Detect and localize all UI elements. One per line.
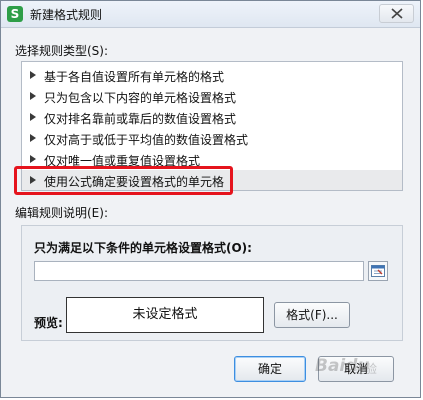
range-select-button[interactable] [368, 261, 388, 281]
rule-type-item[interactable]: 基于各自值设置所有单元格的格式 [22, 65, 402, 86]
triangle-right-icon [30, 71, 36, 79]
rule-type-item-label: 仅对唯一值或重复值设置格式 [44, 154, 201, 168]
rule-type-item[interactable]: 只为包含以下内容的单元格设置格式 [22, 86, 402, 107]
edit-rule-label: 编辑规则说明(E): [15, 206, 108, 220]
rule-type-item[interactable]: 仅对唯一值或重复值设置格式 [22, 149, 402, 170]
rule-type-item-label: 基于各自值设置所有单元格的格式 [44, 70, 225, 84]
ok-button[interactable]: 确定 [234, 356, 306, 382]
title-bar: S 新建格式规则 [1, 1, 420, 28]
range-select-icon [371, 265, 385, 277]
preview-label: 预览: [34, 316, 63, 330]
triangle-right-icon [30, 134, 36, 142]
rule-type-item-label: 仅对高于或低于平均值的数值设置格式 [44, 133, 249, 147]
condition-label: 只为满足以下条件的单元格设置格式(O): [34, 241, 252, 255]
rule-type-item-label: 只为包含以下内容的单元格设置格式 [44, 91, 237, 105]
rule-type-item[interactable]: 仅对排名靠前或靠后的数值设置格式 [22, 107, 402, 128]
rule-type-item-selected[interactable]: 使用公式确定要设置格式的单元格 [22, 170, 402, 190]
triangle-right-icon [30, 113, 36, 121]
app-icon: S [7, 6, 23, 22]
rule-type-item-label: 仅对排名靠前或靠后的数值设置格式 [44, 112, 237, 126]
preview-box: 未设定格式 [66, 297, 264, 333]
new-format-rule-dialog: S 新建格式规则 选择规则类型(S): 基于各自值设置所有单元格的格式 只为包含… [0, 0, 421, 398]
rule-type-list[interactable]: 基于各自值设置所有单元格的格式 只为包含以下内容的单元格设置格式 仅对排名靠前或… [21, 61, 403, 191]
triangle-right-icon [30, 176, 36, 184]
triangle-right-icon [30, 92, 36, 100]
rule-type-label: 选择规则类型(S): [15, 44, 109, 58]
window-title: 新建格式规则 [30, 8, 103, 22]
cancel-button[interactable]: 取消 [318, 356, 394, 382]
rule-type-item-label: 使用公式确定要设置格式的单元格 [44, 175, 225, 189]
triangle-right-icon [30, 155, 36, 163]
close-icon [391, 8, 403, 19]
edit-rule-panel: 只为满足以下条件的单元格设置格式(O): 预览: 未设定格式 格式(F)... [21, 225, 403, 341]
format-button[interactable]: 格式(F)... [274, 302, 350, 328]
close-button[interactable] [379, 4, 414, 23]
formula-input[interactable] [34, 261, 364, 281]
rule-type-item[interactable]: 仅对高于或低于平均值的数值设置格式 [22, 128, 402, 149]
